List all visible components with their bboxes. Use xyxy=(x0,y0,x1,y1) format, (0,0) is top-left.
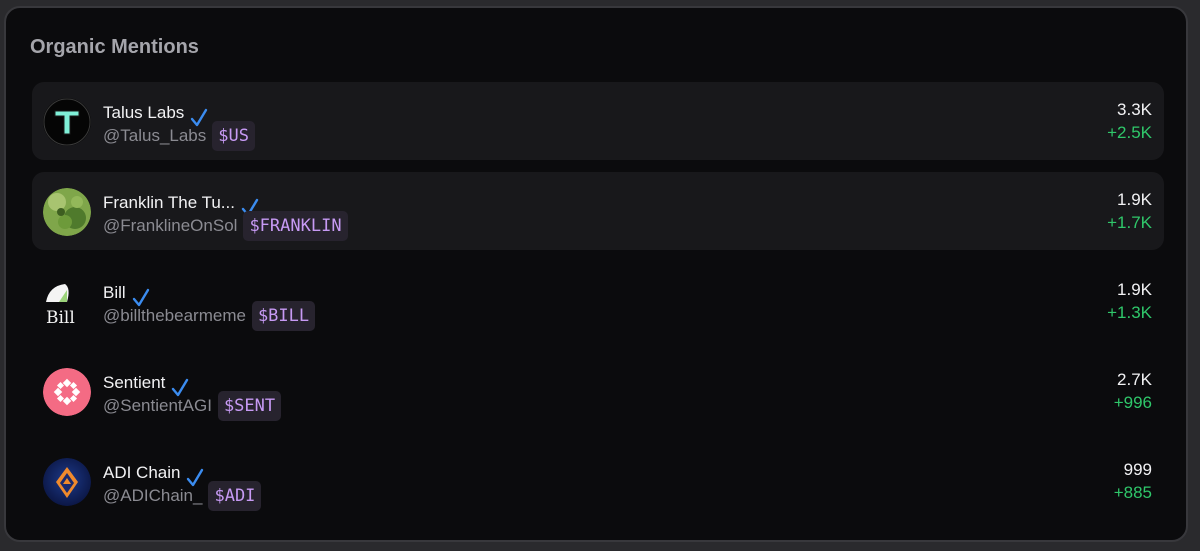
avatar[interactable] xyxy=(43,98,91,146)
mention-stats: 3.3K +2.5K xyxy=(1107,99,1152,145)
avatar[interactable] xyxy=(43,188,91,236)
mention-row-talus-labs[interactable]: Talus Labs @Talus_Labs $US 3.3K +2.5K xyxy=(32,82,1164,160)
account-handle[interactable]: @FranklineOnSol xyxy=(103,216,237,236)
mention-stats: 1.9K +1.7K xyxy=(1107,189,1152,235)
account-handle[interactable]: @Talus_Labs xyxy=(103,126,206,146)
ticker-badge[interactable]: $BILL xyxy=(251,301,316,331)
account-name[interactable]: Bill xyxy=(103,283,126,303)
mention-row-bill[interactable]: Bill Bill @billthebearmeme $BILL 1.9K +1… xyxy=(32,262,1164,340)
account-name[interactable]: Talus Labs xyxy=(103,103,184,123)
mention-row-adi-chain[interactable]: ADI Chain @ADIChain_ $ADI 999 +885 xyxy=(32,442,1164,520)
ticker-badge[interactable]: $FRANKLIN xyxy=(243,211,348,241)
adi-logo-icon xyxy=(43,458,91,506)
mention-count: 1.9K xyxy=(1117,190,1152,209)
organic-mentions-panel: Organic Mentions Talus Labs @Talus_Labs … xyxy=(4,6,1188,542)
mention-stats: 1.9K +1.3K xyxy=(1107,279,1152,325)
turtle-photo-icon xyxy=(43,188,91,236)
mention-row-sentient[interactable]: Sentient @SentientAGI $SENT 2.7K +996 xyxy=(32,352,1164,430)
bill-logo-icon: Bill xyxy=(43,278,91,326)
account-handle[interactable]: @billthebearmeme xyxy=(103,306,246,326)
talus-logo-icon xyxy=(43,98,91,146)
account-name[interactable]: ADI Chain xyxy=(103,463,180,483)
avatar[interactable]: Bill xyxy=(43,278,91,326)
mention-count: 3.3K xyxy=(1117,100,1152,119)
mention-row-franklin[interactable]: Franklin The Tu... @FranklineOnSol $FRAN… xyxy=(32,172,1164,250)
mention-delta: +996 xyxy=(1113,393,1152,412)
account-name[interactable]: Sentient xyxy=(103,373,165,393)
mention-delta: +2.5K xyxy=(1107,123,1152,142)
panel-title: Organic Mentions xyxy=(30,36,199,58)
account-name[interactable]: Franklin The Tu... xyxy=(103,193,235,213)
mention-stats: 2.7K +996 xyxy=(1114,369,1152,415)
sentient-logo-icon xyxy=(43,368,91,416)
ticker-badge[interactable]: $US xyxy=(212,121,255,151)
ticker-badge[interactable]: $ADI xyxy=(208,481,262,511)
avatar[interactable] xyxy=(43,368,91,416)
mentions-list: Talus Labs @Talus_Labs $US 3.3K +2.5K Fr… xyxy=(32,82,1164,532)
account-handle[interactable]: @ADIChain_ xyxy=(103,486,202,506)
mention-count: 2.7K xyxy=(1117,370,1152,389)
ticker-badge[interactable]: $SENT xyxy=(217,391,282,421)
mention-delta: +885 xyxy=(1113,483,1152,502)
account-handle[interactable]: @SentientAGI xyxy=(103,396,212,416)
mention-count: 999 xyxy=(1123,460,1152,479)
mention-delta: +1.3K xyxy=(1107,303,1152,322)
mention-count: 1.9K xyxy=(1117,280,1152,299)
svg-text:Bill: Bill xyxy=(46,308,75,326)
mention-delta: +1.7K xyxy=(1107,213,1152,232)
avatar[interactable] xyxy=(43,458,91,506)
mention-stats: 999 +885 xyxy=(1114,459,1152,505)
